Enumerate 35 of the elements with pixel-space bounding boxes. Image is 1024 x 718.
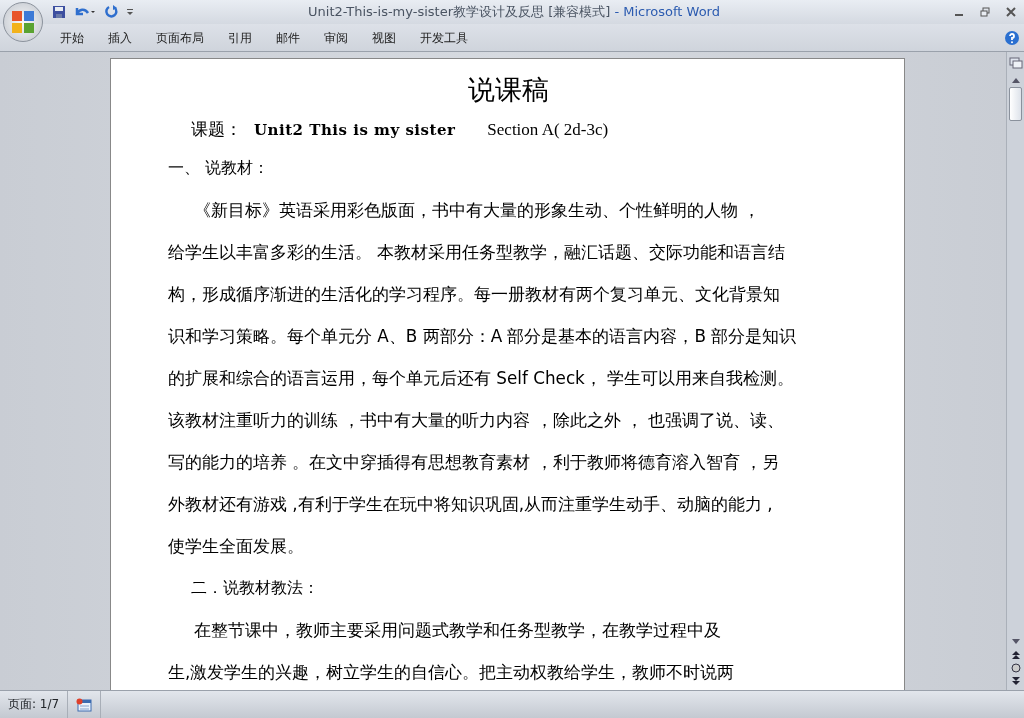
page-number-status[interactable]: 页面: 1/7 [0, 691, 69, 718]
scroll-thumb[interactable] [1009, 87, 1022, 121]
ribbon-tab[interactable]: 审阅 [312, 28, 360, 47]
ribbon-tab[interactable]: 引用 [216, 28, 264, 47]
scroll-up-icon[interactable] [1010, 76, 1021, 84]
ribbon-tab[interactable]: 视图 [360, 28, 408, 47]
customize-arrow-icon[interactable] [126, 8, 134, 16]
subject-title: Unit2 This is my sister [254, 121, 456, 139]
ribbon-tab[interactable]: 邮件 [264, 28, 312, 47]
window-title: Unit2-This-is-my-sister教学设计及反思 [兼容模式] - Microsoft Word [308, 4, 720, 20]
ribbon-tab[interactable]: 开始 [48, 28, 96, 47]
help-icon[interactable] [1004, 29, 1020, 46]
subject-label: 课题： [191, 120, 242, 139]
ruler-toggle-icon[interactable] [1008, 56, 1023, 70]
section-label: Section A( 2d-3c) [487, 120, 609, 139]
restore-icon[interactable] [980, 7, 990, 17]
redo-icon[interactable] [104, 5, 118, 19]
body-paragraph: 在整节课中，教师主要采用问题式教学和任务型教学，在教学过程中及 生,激发学生的兴趣，树立学生的自信心。把主动权教给学生，教师不时说两 [168, 619, 736, 684]
office-button[interactable] [3, 2, 43, 42]
office-logo-icon [11, 10, 35, 34]
browse-object-icon[interactable] [1010, 663, 1021, 673]
section-heading: 二．说教材教法： [190, 577, 320, 599]
document-check-icon[interactable] [76, 697, 93, 712]
previous-page-icon[interactable] [1010, 650, 1021, 660]
ribbon-tab[interactable]: 开发工具 [408, 28, 480, 47]
ribbon-tab[interactable]: 页面布局 [144, 28, 216, 47]
save-icon[interactable] [52, 5, 66, 19]
close-icon[interactable] [1006, 7, 1016, 17]
ribbon-tab[interactable]: 插入 [96, 28, 144, 47]
section-heading: 一、 说教材： [168, 157, 271, 179]
scroll-down-icon[interactable] [1010, 638, 1021, 646]
vertical-scrollbar[interactable] [1006, 52, 1024, 690]
body-paragraph: 《新目标》英语采用彩色版面，书中有大量的形象生动、个性鲜明的人物 ， 给学生以丰富多彩的生活。 本教材采用任务型教学，融汇话题、交际功能和语言结 构，形成循序渐进的生活化的学习程序。每一册教材有两个复习单元、文化背景知 识和学习策略。每个单元分 A、B 两部分：A 部分是基本的语言内容，B 部分是知识 的扩展和综合的语言运用，每个单元后还有 Self Check， 学生可以用来自我检测。 该教材注重听力的训练 ，书中有大量的听力内容 ，除此之外 ， 也强调了说、读、 写的能力的培养 。在文中穿插得有思想教育素材 ，利于教师将德育溶入智育 ，另 外教材还有游戏 ,有利于学生在玩中将知识巩固,从而注重学生动手、动脑的能力 , 使学生全面发展。 [168, 199, 798, 558]
next-page-icon[interactable] [1010, 676, 1021, 686]
document-title: 说课稿 [467, 74, 550, 107]
